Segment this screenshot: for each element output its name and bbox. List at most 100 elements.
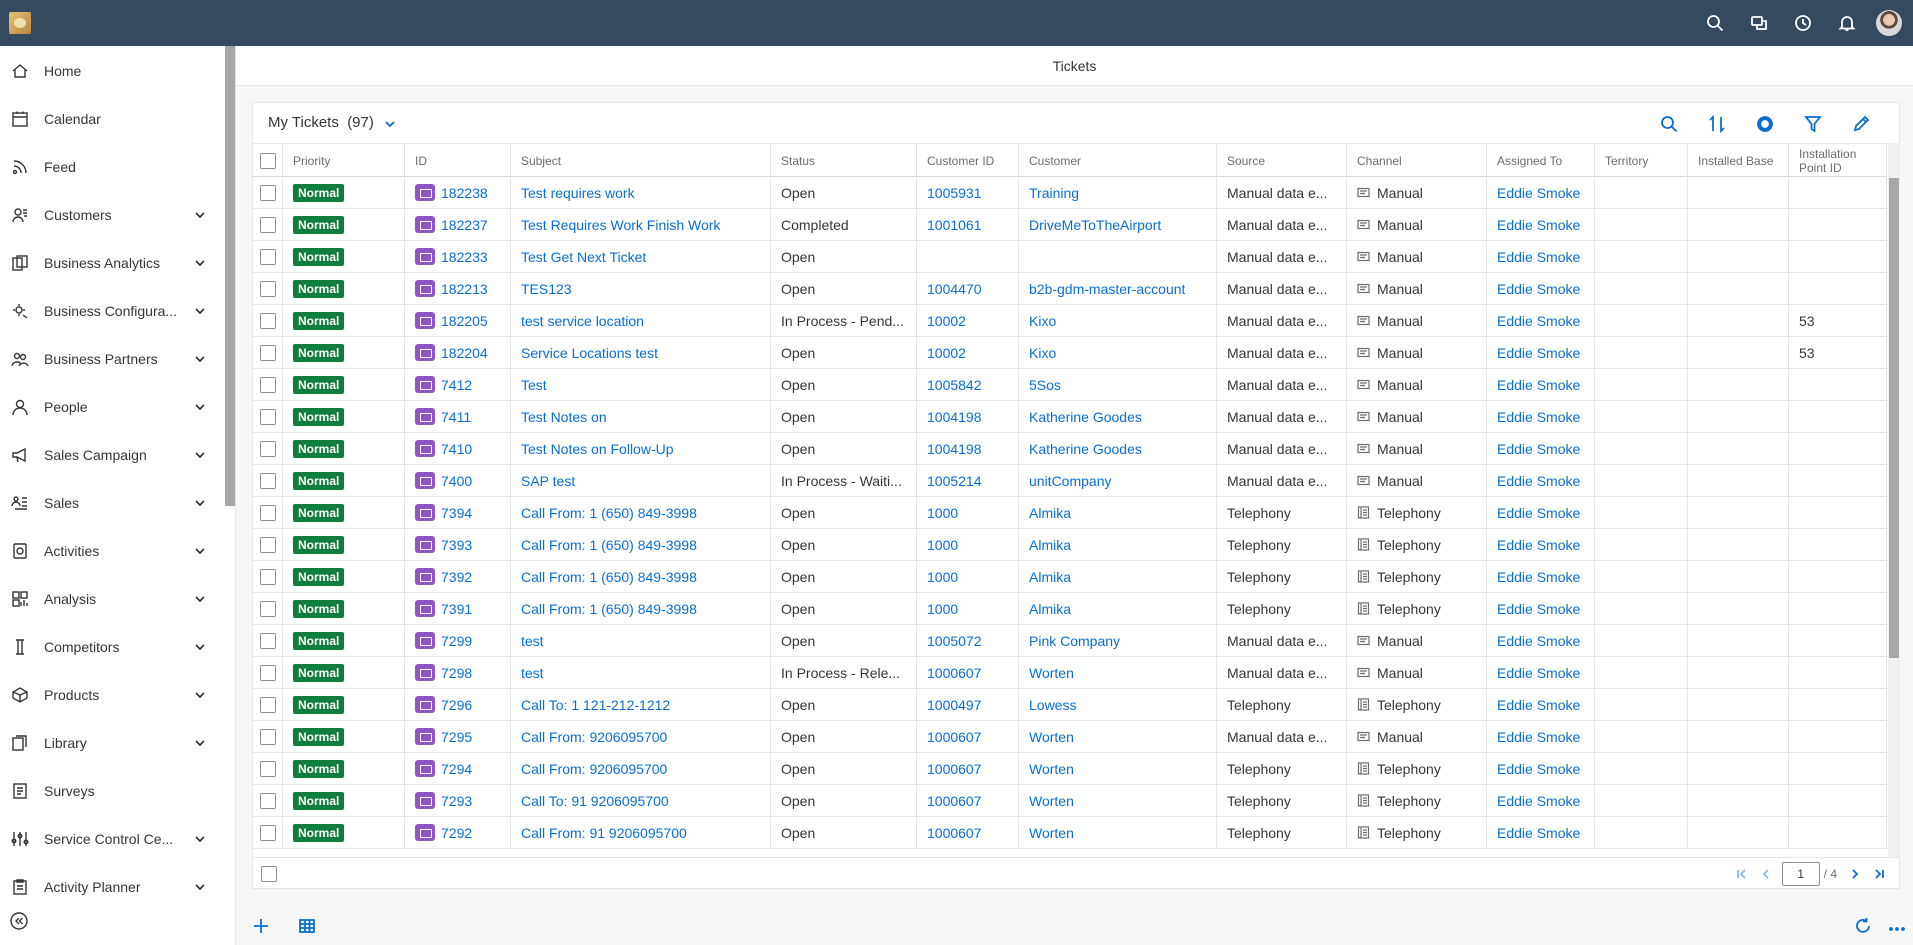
table-row[interactable]: Normal 182213 TES123 Open 1004470 b2b-gdm-mas… bbox=[253, 273, 1887, 305]
customer-id-link[interactable]: 1004198 bbox=[927, 441, 982, 457]
assigned-link[interactable]: Eddie Smoke bbox=[1497, 761, 1580, 777]
row-checkbox[interactable] bbox=[260, 344, 276, 361]
table-scrollbar-thumb[interactable] bbox=[1889, 178, 1899, 658]
assigned-link[interactable]: Eddie Smoke bbox=[1497, 281, 1580, 297]
first-page-button[interactable] bbox=[1730, 862, 1754, 886]
table-row[interactable]: Normal 7392 Call From: 1 (650) 849-3998 Ope… bbox=[253, 561, 1887, 593]
chevron-down-icon[interactable] bbox=[194, 737, 206, 749]
chevron-down-icon[interactable] bbox=[194, 833, 206, 845]
ticket-id-link[interactable]: 7298 bbox=[441, 665, 472, 681]
customer-link[interactable]: Katherine Goodes bbox=[1029, 441, 1142, 457]
customer-id-link[interactable]: 1000 bbox=[927, 505, 958, 521]
customer-id-link[interactable]: 1000 bbox=[927, 569, 958, 585]
ticket-id-link[interactable]: 182205 bbox=[441, 313, 488, 329]
customer-link[interactable]: Almika bbox=[1029, 537, 1071, 553]
select-all-checkbox[interactable] bbox=[260, 152, 276, 169]
column-header-status[interactable]: Status bbox=[771, 144, 917, 177]
subject-link[interactable]: Call To: 1 121-212-1212 bbox=[521, 697, 670, 713]
ticket-id-link[interactable]: 7293 bbox=[441, 793, 472, 809]
customer-id-link[interactable]: 1000 bbox=[927, 601, 958, 617]
customer-id-link[interactable]: 1005931 bbox=[927, 185, 982, 201]
row-checkbox[interactable] bbox=[260, 312, 276, 329]
subject-link[interactable]: Call From: 91 9206095700 bbox=[521, 825, 687, 841]
column-header-source[interactable]: Source bbox=[1217, 144, 1347, 177]
column-header-customer[interactable]: Customer bbox=[1019, 144, 1217, 177]
assigned-link[interactable]: Eddie Smoke bbox=[1497, 665, 1580, 681]
assigned-link[interactable]: Eddie Smoke bbox=[1497, 601, 1580, 617]
subject-link[interactable]: test bbox=[521, 633, 544, 649]
customer-id-link[interactable]: 1005842 bbox=[927, 377, 982, 393]
assigned-link[interactable]: Eddie Smoke bbox=[1497, 185, 1580, 201]
sort-button[interactable] bbox=[1693, 113, 1741, 135]
ticket-id-link[interactable]: 7393 bbox=[441, 537, 472, 553]
sidebar-item-service-control-ce[interactable]: Service Control Ce... bbox=[0, 815, 224, 863]
customer-id-link[interactable]: 1000607 bbox=[927, 825, 982, 841]
assigned-link[interactable]: Eddie Smoke bbox=[1497, 377, 1580, 393]
table-row[interactable]: Normal 182238 Test requires work Open 100593… bbox=[253, 177, 1887, 209]
ticket-id-link[interactable]: 7391 bbox=[441, 601, 472, 617]
assigned-link[interactable]: Eddie Smoke bbox=[1497, 473, 1580, 489]
previous-page-button[interactable] bbox=[1754, 862, 1778, 886]
sidebar-item-competitors[interactable]: Competitors bbox=[0, 623, 224, 671]
sidebar-item-people[interactable]: People bbox=[0, 383, 224, 431]
customer-link[interactable]: Kixo bbox=[1029, 345, 1056, 361]
column-header-subject[interactable]: Subject bbox=[511, 144, 771, 177]
table-row[interactable]: Normal 7298 test In Process - Rele... 100060… bbox=[253, 657, 1887, 689]
customer-id-link[interactable]: 1000497 bbox=[927, 697, 982, 713]
row-checkbox[interactable] bbox=[260, 216, 276, 233]
column-header-installation-point-id[interactable]: Installation Point ID bbox=[1789, 144, 1887, 177]
customer-id-link[interactable]: 1005214 bbox=[927, 473, 982, 489]
sidebar-item-sales[interactable]: Sales bbox=[0, 479, 224, 527]
assigned-link[interactable]: Eddie Smoke bbox=[1497, 249, 1580, 265]
ticket-id-link[interactable]: 182233 bbox=[441, 249, 488, 265]
ticket-id-link[interactable]: 7294 bbox=[441, 761, 472, 777]
row-checkbox[interactable] bbox=[260, 696, 276, 713]
row-checkbox[interactable] bbox=[260, 824, 276, 841]
subject-link[interactable]: Call From: 1 (650) 849-3998 bbox=[521, 537, 697, 553]
customer-link[interactable]: DriveMeToTheAirport bbox=[1029, 217, 1161, 233]
subject-link[interactable]: Test bbox=[521, 377, 547, 393]
subject-link[interactable]: Test requires work bbox=[521, 185, 635, 201]
subject-link[interactable]: Test Notes on bbox=[521, 409, 607, 425]
last-page-button[interactable] bbox=[1867, 862, 1891, 886]
subject-link[interactable]: Test Notes on Follow-Up bbox=[521, 441, 674, 457]
assigned-link[interactable]: Eddie Smoke bbox=[1497, 313, 1580, 329]
ticket-id-link[interactable]: 182204 bbox=[441, 345, 488, 361]
column-header-installed-base[interactable]: Installed Base bbox=[1688, 144, 1789, 177]
sidebar-item-activity-planner[interactable]: Activity Planner bbox=[0, 863, 224, 911]
row-checkbox[interactable] bbox=[260, 760, 276, 777]
edit-button[interactable] bbox=[1837, 113, 1885, 135]
row-checkbox[interactable] bbox=[260, 472, 276, 489]
search-button[interactable] bbox=[1693, 0, 1737, 46]
add-ticket-button[interactable] bbox=[250, 915, 272, 937]
table-row[interactable]: Normal 7299 test Open 1005072 Pink Company Man… bbox=[253, 625, 1887, 657]
customer-link[interactable]: unitCompany bbox=[1029, 473, 1112, 489]
table-row[interactable]: Normal 7412 Test Open 1005842 5Sos Manual data… bbox=[253, 369, 1887, 401]
customer-id-link[interactable]: 1000607 bbox=[927, 761, 982, 777]
next-page-button[interactable] bbox=[1843, 862, 1867, 886]
customer-link[interactable]: Training bbox=[1029, 185, 1079, 201]
customer-link[interactable]: Worten bbox=[1029, 825, 1074, 841]
assigned-link[interactable]: Eddie Smoke bbox=[1497, 633, 1580, 649]
ticket-id-link[interactable]: 7412 bbox=[441, 377, 472, 393]
ticket-id-link[interactable]: 7411 bbox=[441, 409, 471, 425]
subject-link[interactable]: Call From: 9206095700 bbox=[521, 761, 667, 777]
row-checkbox[interactable] bbox=[260, 536, 276, 553]
chevron-down-icon[interactable] bbox=[194, 641, 206, 653]
sidebar-item-business-configura[interactable]: Business Configura... bbox=[0, 287, 224, 335]
subject-link[interactable]: Service Locations test bbox=[521, 345, 658, 361]
assigned-link[interactable]: Eddie Smoke bbox=[1497, 409, 1580, 425]
subject-link[interactable]: Test Get Next Ticket bbox=[521, 249, 646, 265]
table-row[interactable]: Normal 7411 Test Notes on Open 1004198 Kather… bbox=[253, 401, 1887, 433]
row-checkbox[interactable] bbox=[260, 600, 276, 617]
subject-link[interactable]: test bbox=[521, 665, 544, 681]
footer-checkbox[interactable] bbox=[261, 866, 277, 882]
customer-id-link[interactable]: 1004470 bbox=[927, 281, 982, 297]
table-row[interactable]: Normal 182237 Test Requires Work Finish Wo… bbox=[253, 209, 1887, 241]
table-row[interactable]: Normal 7393 Call From: 1 (650) 849-3998 Ope… bbox=[253, 529, 1887, 561]
refresh-button[interactable] bbox=[1852, 915, 1874, 937]
group-button[interactable] bbox=[1741, 113, 1789, 135]
user-avatar[interactable] bbox=[1876, 10, 1902, 36]
row-checkbox[interactable] bbox=[260, 568, 276, 585]
table-row[interactable]: Normal 7294 Call From: 9206095700 Open 10006… bbox=[253, 753, 1887, 785]
